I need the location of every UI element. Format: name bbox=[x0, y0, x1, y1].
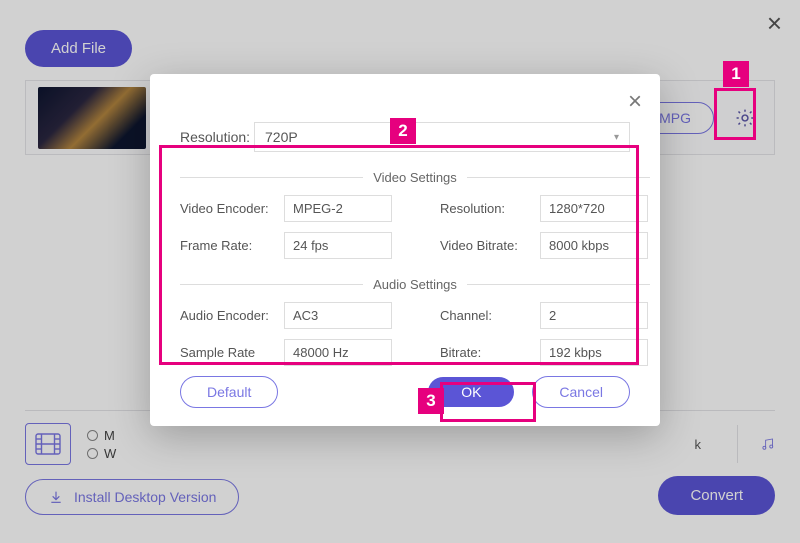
callout-1-label: 1 bbox=[723, 61, 749, 87]
callout-2-box bbox=[159, 145, 639, 365]
cancel-button[interactable]: Cancel bbox=[532, 376, 630, 408]
callout-3-box bbox=[440, 382, 536, 422]
chevron-down-icon: ▾ bbox=[614, 132, 619, 143]
callout-3-label: 3 bbox=[418, 388, 444, 414]
default-button[interactable]: Default bbox=[180, 376, 278, 408]
callout-1-box bbox=[714, 88, 756, 140]
callout-2-label: 2 bbox=[390, 118, 416, 144]
resolution-preset-label: Resolution: bbox=[180, 129, 254, 145]
resolution-preset-value: 720P bbox=[265, 129, 298, 145]
modal-close-button[interactable]: × bbox=[628, 88, 642, 116]
